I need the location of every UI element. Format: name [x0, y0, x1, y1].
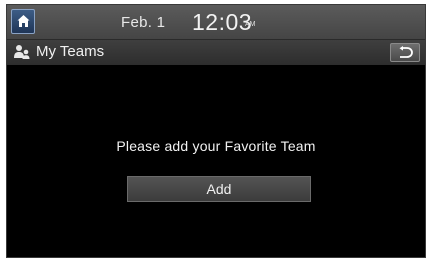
ampm-indicator: AM: [245, 21, 256, 28]
add-team-button[interactable]: Add: [127, 176, 311, 202]
page-title: My Teams: [36, 43, 105, 60]
back-button[interactable]: [390, 43, 420, 62]
status-bar: Feb. 1 12:03 AM: [7, 5, 425, 40]
home-button[interactable]: [11, 9, 35, 34]
team-icon: [14, 45, 30, 59]
home-icon: [17, 15, 30, 27]
date-display: Feb. 1: [121, 14, 166, 31]
time-display: 12:03: [192, 9, 253, 35]
empty-state-message: Please add your Favorite Team: [116, 138, 316, 154]
title-bar: My Teams: [7, 40, 425, 65]
head-unit-screen: Feb. 1 12:03 AM My Teams Please add your…: [6, 4, 426, 258]
back-arrow-icon: [399, 46, 413, 58]
